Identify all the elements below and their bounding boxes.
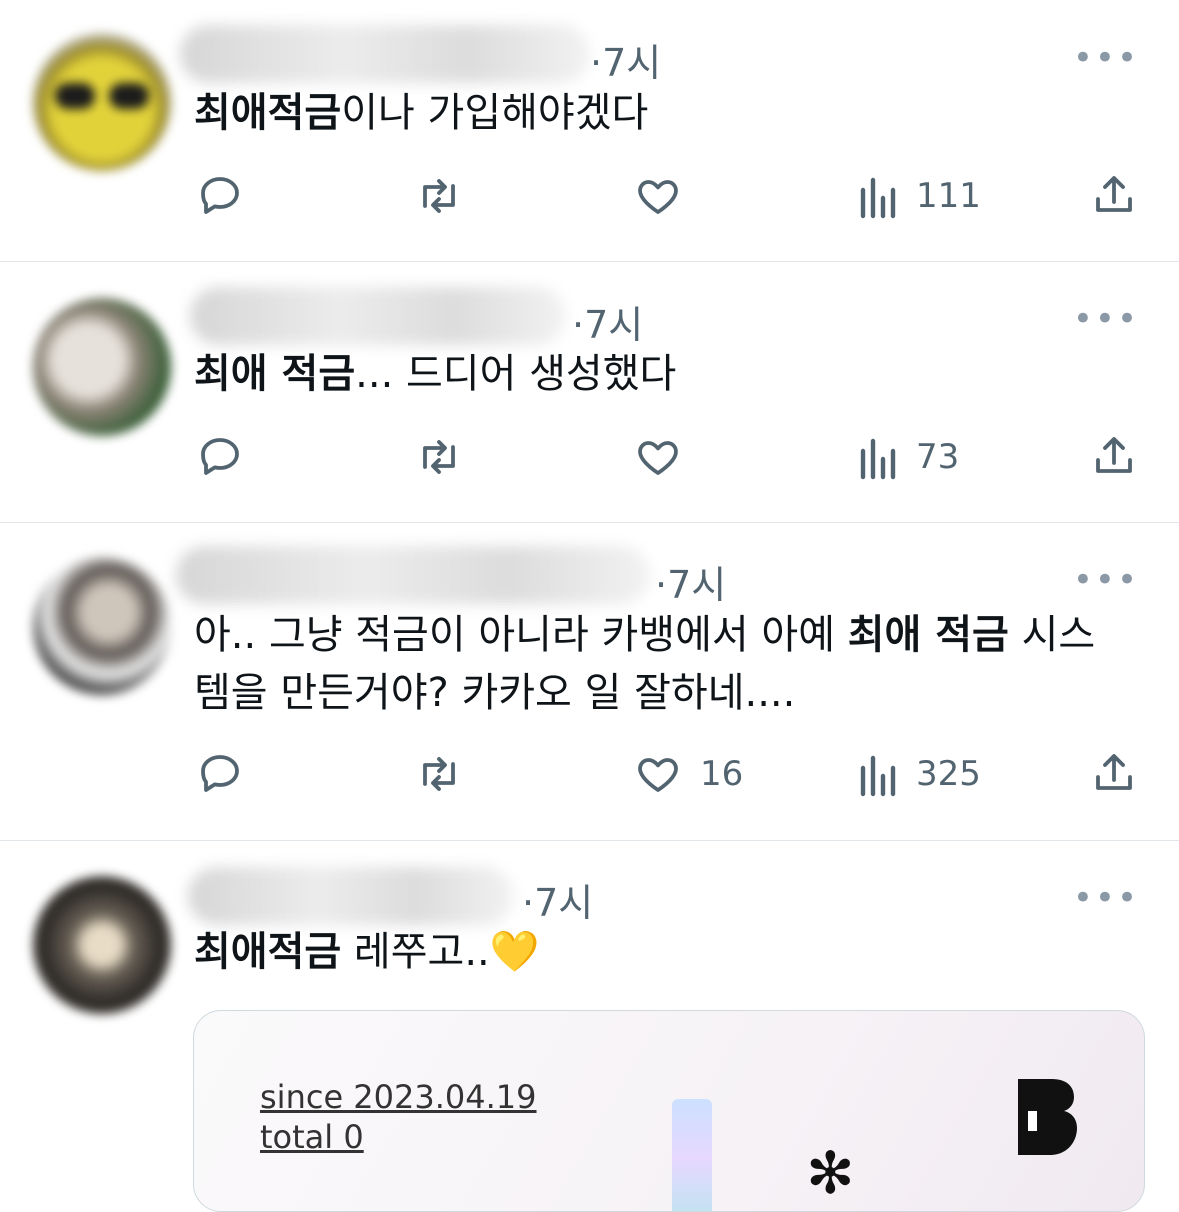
tweet-1[interactable]: ·7시 ••• 최애적금이나 가입해야겠다 111 bbox=[0, 0, 1179, 262]
username-blurred[interactable] bbox=[190, 287, 566, 345]
text-rest: ... 드디어 생성했다 bbox=[355, 351, 677, 397]
timestamp[interactable]: ·7시 bbox=[655, 554, 726, 609]
avatar[interactable] bbox=[33, 298, 171, 436]
views-icon bbox=[860, 755, 896, 797]
avatar[interactable] bbox=[33, 557, 171, 695]
views-button[interactable]: 325 bbox=[856, 750, 981, 798]
timestamp[interactable]: ·7시 bbox=[522, 872, 593, 927]
tweet-text: 아.. 그냥 적금이 아니라 카뱅에서 아예 최애 적금 시스템을 만든거야? … bbox=[194, 606, 1134, 722]
share-icon bbox=[1096, 176, 1132, 212]
retweet-button[interactable] bbox=[414, 172, 464, 220]
retweet-button[interactable] bbox=[414, 433, 464, 481]
like-button[interactable]: 16 bbox=[634, 750, 743, 798]
timestamp[interactable]: ·7시 bbox=[590, 32, 661, 87]
heart-icon bbox=[638, 758, 678, 792]
share-button[interactable] bbox=[1090, 170, 1138, 220]
text-pre: 아.. 그냥 적금이 아니라 카뱅에서 아예 bbox=[194, 612, 848, 658]
text-rest: 레쭈고.. bbox=[341, 929, 490, 975]
views-count: 111 bbox=[916, 176, 981, 216]
like-count: 16 bbox=[700, 754, 744, 794]
views-count: 325 bbox=[916, 754, 981, 794]
more-icon[interactable]: ••• bbox=[1073, 878, 1139, 918]
bold-text: 최애적금 bbox=[194, 929, 342, 975]
reply-button[interactable] bbox=[196, 750, 244, 798]
tweet-text: 최애 적금... 드디어 생성했다 bbox=[194, 345, 676, 403]
timestamp[interactable]: ·7시 bbox=[572, 294, 643, 349]
username-blurred[interactable] bbox=[188, 867, 514, 925]
reply-button[interactable] bbox=[196, 433, 244, 481]
reply-button[interactable] bbox=[196, 172, 244, 220]
views-count: 73 bbox=[916, 437, 960, 477]
bold-text: 최애 적금 bbox=[194, 351, 356, 397]
tweet-text: 최애적금이나 가입해야겠다 bbox=[194, 84, 648, 142]
bold-text: 최애 적금 bbox=[847, 612, 1009, 658]
yellow-heart-icon: 💛 bbox=[489, 929, 540, 975]
retweet-icon bbox=[423, 440, 455, 474]
text-rest: 이나 가입해야겠다 bbox=[341, 90, 649, 136]
like-button[interactable] bbox=[634, 172, 682, 220]
text-post: 시스 bbox=[1008, 612, 1096, 658]
more-icon[interactable]: ••• bbox=[1073, 299, 1139, 339]
card-graphic bbox=[672, 1099, 712, 1211]
share-icon bbox=[1096, 437, 1132, 473]
heart-icon bbox=[638, 180, 678, 214]
avatar[interactable] bbox=[33, 876, 171, 1014]
username-blurred[interactable] bbox=[176, 546, 650, 604]
more-icon[interactable]: ••• bbox=[1073, 560, 1139, 600]
bold-text: 최애적금 bbox=[194, 90, 342, 136]
username-blurred[interactable] bbox=[180, 25, 590, 83]
avatar[interactable] bbox=[33, 33, 171, 171]
tweet-text: 최애적금 레쭈고..💛 bbox=[194, 923, 540, 981]
share-button[interactable] bbox=[1090, 748, 1138, 798]
tweet-2[interactable]: ·7시 ••• 최애 적금... 드디어 생성했다 73 bbox=[0, 261, 1179, 523]
share-icon bbox=[1096, 754, 1132, 790]
retweet-icon bbox=[423, 757, 455, 791]
more-icon[interactable]: ••• bbox=[1073, 38, 1139, 78]
retweet-icon bbox=[423, 179, 455, 213]
like-button[interactable] bbox=[634, 433, 682, 481]
views-icon bbox=[860, 438, 896, 480]
tweet-3[interactable]: ·7시 ••• 아.. 그냥 적금이 아니라 카뱅에서 아예 최애 적금 시스템… bbox=[0, 522, 1179, 841]
reply-icon bbox=[201, 438, 239, 475]
media-card[interactable]: since 2023.04.19 total 0 ✻ bbox=[193, 1010, 1145, 1212]
views-icon bbox=[860, 177, 896, 219]
reply-icon bbox=[201, 177, 239, 214]
views-button[interactable]: 111 bbox=[856, 172, 981, 220]
share-button[interactable] bbox=[1090, 431, 1138, 481]
retweet-button[interactable] bbox=[414, 750, 464, 798]
b-logo-icon bbox=[1018, 1079, 1077, 1155]
views-button[interactable]: 73 bbox=[856, 433, 959, 481]
reply-icon bbox=[201, 755, 239, 792]
card-total-text: total 0 bbox=[260, 1118, 364, 1156]
flower-icon: ✻ bbox=[806, 1139, 855, 1207]
text-line2: 템을 만든거야? 카카오 일 잘하네.... bbox=[194, 670, 796, 716]
card-since-text: since 2023.04.19 bbox=[260, 1078, 537, 1116]
heart-icon bbox=[638, 441, 678, 475]
